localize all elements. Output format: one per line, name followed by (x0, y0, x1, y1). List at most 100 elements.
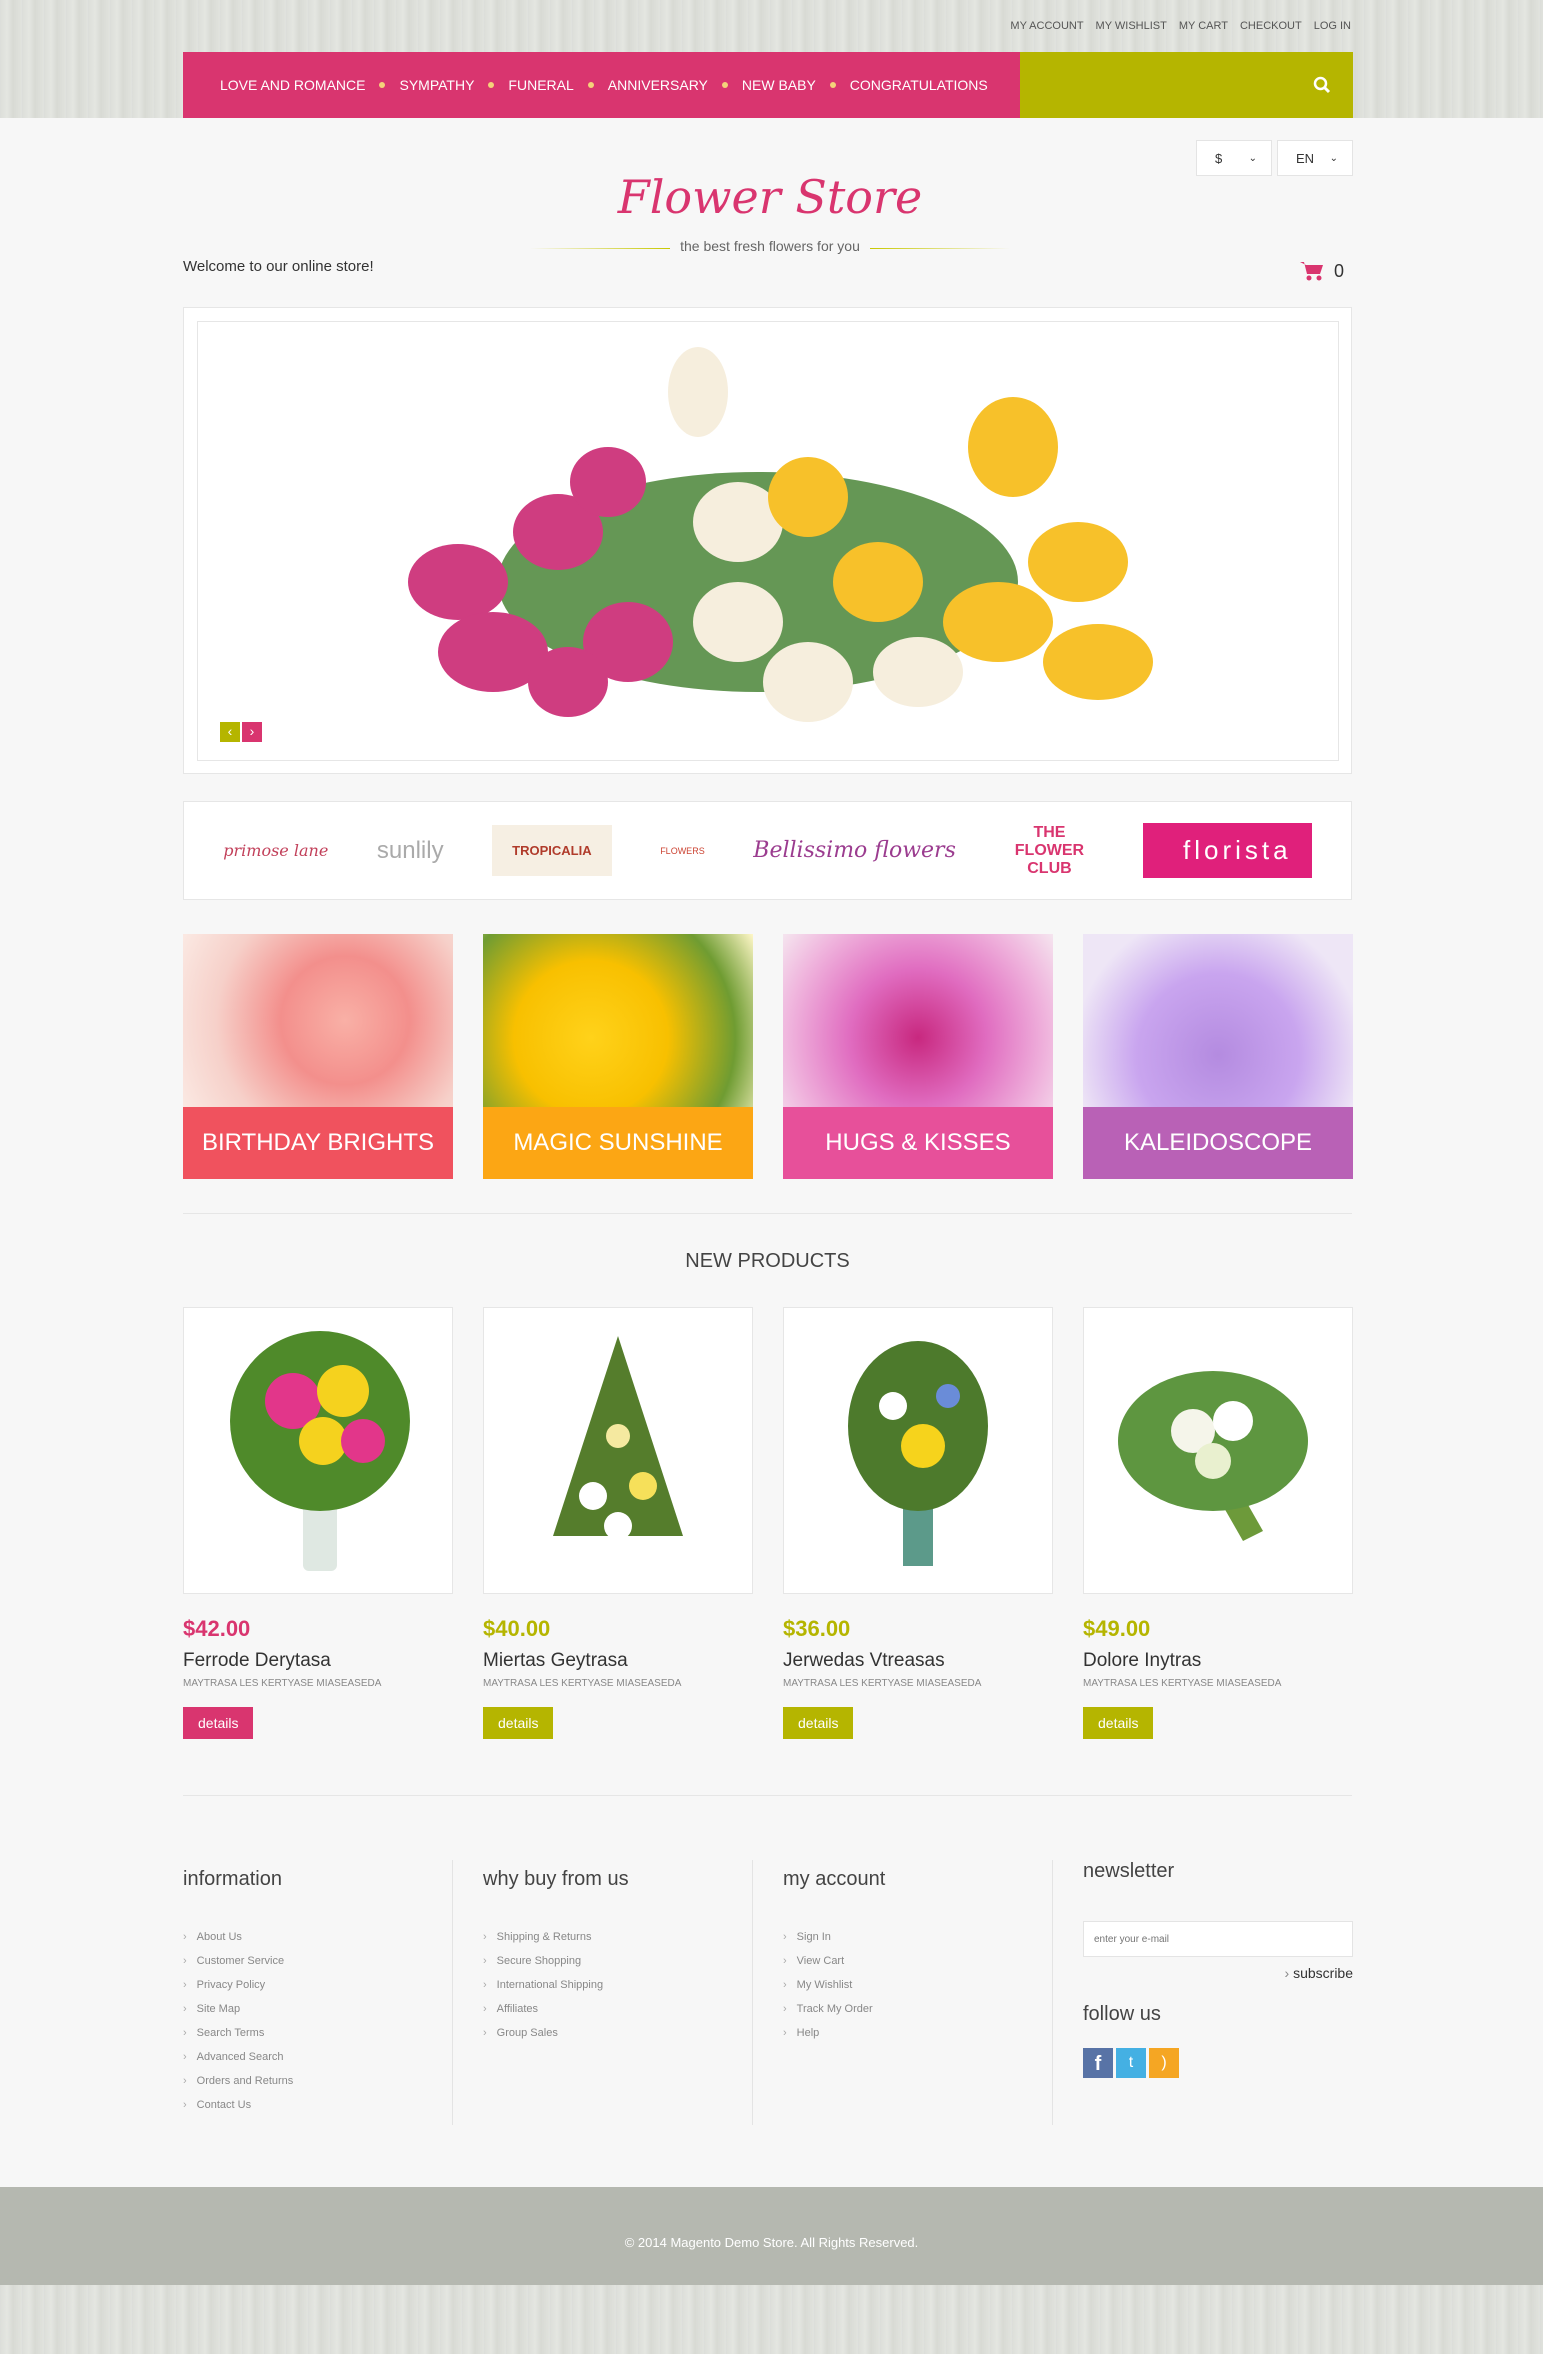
currency-select[interactable]: $ ⌄ (1196, 140, 1272, 176)
product-price: $36.00 (783, 1616, 851, 1641)
welcome-message: Welcome to our online store! (183, 258, 374, 275)
footer-link[interactable]: › Sign In (783, 1931, 1083, 1955)
subscribe-button[interactable]: › subscribe (1083, 1965, 1353, 1981)
category-banners: BIRTHDAY BRIGHTS MAGIC SUNSHINE HUGS & K… (183, 934, 1353, 1179)
facebook-icon[interactable]: f (1083, 2048, 1113, 2078)
footer-link-label: Group Sales (496, 2027, 558, 2039)
login-link[interactable]: LOG IN (1314, 20, 1351, 32)
newsletter-email-input[interactable] (1083, 1921, 1353, 1957)
language-select[interactable]: EN ⌄ (1277, 140, 1353, 176)
footer-link[interactable]: › View Cart (783, 1955, 1083, 1979)
brand-carousel: primose lane sunlily TROPICALIA FLOWERS … (183, 801, 1352, 900)
footer-link[interactable]: › Secure Shopping (483, 1955, 783, 1979)
brand-logo[interactable]: TROPICALIA (492, 825, 612, 876)
product-name[interactable]: Ferrode Derytasa (183, 1650, 453, 1672)
footer-link[interactable]: › Privacy Policy (183, 1979, 483, 2003)
brand-logo[interactable]: primose lane (223, 841, 328, 860)
footer-link[interactable]: › Orders and Returns (183, 2075, 483, 2099)
footer-link-label: Help (796, 2027, 820, 2039)
tulip-bouquet-image (408, 347, 1153, 722)
brand-logo[interactable]: florista (1143, 823, 1312, 878)
footer-heading: my account (783, 1868, 886, 1890)
product-card: $36.00 Jerwedas Vtreasas MAYTRASA LES KE… (783, 1307, 1053, 1739)
chevron-right-icon: › (783, 1955, 787, 1967)
twitter-icon[interactable]: t (1116, 2048, 1146, 2078)
checkout-link[interactable]: CHECKOUT (1240, 20, 1302, 32)
product-name[interactable]: Miertas Geytrasa (483, 1650, 753, 1672)
nav-love-romance[interactable]: LOVE AND ROMANCE (220, 77, 365, 93)
category-label: BIRTHDAY BRIGHTS (183, 1107, 453, 1179)
category-image (1083, 934, 1353, 1107)
brand-logo[interactable]: Bellissimo flowers (753, 838, 956, 863)
product-image[interactable] (1083, 1307, 1353, 1594)
chevron-right-icon: › (183, 2075, 187, 2087)
search-icon[interactable] (1313, 76, 1331, 94)
footer-link[interactable]: › Contact Us (183, 2099, 483, 2123)
divider (183, 1795, 1352, 1796)
my-cart-link[interactable]: MY CART (1179, 20, 1228, 32)
search-bar[interactable] (1020, 52, 1353, 118)
slider-next-button[interactable]: › (242, 722, 262, 742)
product-price: $49.00 (1083, 1616, 1151, 1641)
brand-logo[interactable]: FLOWERS (660, 846, 705, 856)
product-image[interactable] (783, 1307, 1053, 1594)
category-birthday-brights[interactable]: BIRTHDAY BRIGHTS (183, 934, 453, 1179)
slider-prev-button[interactable]: ‹ (220, 722, 240, 742)
cart-widget[interactable]: 0 (1300, 260, 1344, 282)
nav-sympathy[interactable]: SYMPATHY (399, 77, 474, 93)
nav-separator (587, 82, 594, 88)
brand-logo[interactable]: sunlily (377, 837, 444, 865)
product-name[interactable]: Jerwedas Vtreasas (783, 1650, 1053, 1672)
footer-link[interactable]: › Shipping & Returns (483, 1931, 783, 1955)
footer-link[interactable]: › Search Terms (183, 2027, 483, 2051)
category-magic-sunshine[interactable]: MAGIC SUNSHINE (483, 934, 753, 1179)
product-name[interactable]: Dolore Inytras (1083, 1650, 1353, 1672)
nav-anniversary[interactable]: ANNIVERSARY (608, 77, 708, 93)
my-account-link[interactable]: MY ACCOUNT (1010, 20, 1083, 32)
brand-logo[interactable]: THE FLOWER CLUB (1004, 824, 1094, 878)
rss-icon[interactable]: ) (1149, 2048, 1179, 2078)
details-button[interactable]: details (183, 1707, 254, 1739)
nav-funeral[interactable]: FUNERAL (508, 77, 573, 93)
product-card: $40.00 Miertas Geytrasa MAYTRASA LES KER… (483, 1307, 753, 1739)
footer-link[interactable]: › About Us (183, 1931, 483, 1955)
store-logo[interactable]: Flower Store (520, 170, 1020, 224)
footer-link[interactable]: › Track My Order (783, 2003, 1083, 2027)
currency-value: $ (1215, 150, 1223, 166)
footer-link[interactable]: › Affiliates (483, 2003, 783, 2027)
footer-link[interactable]: › International Shipping (483, 1979, 783, 2003)
chevron-right-icon: › (783, 1979, 787, 1991)
footer-link[interactable]: › Site Map (183, 2003, 483, 2027)
footer-link[interactable]: › Help (783, 2027, 1083, 2051)
footer-link-label: Customer Service (196, 1955, 285, 1967)
chevron-right-icon: › (483, 1931, 487, 1943)
details-button[interactable]: details (483, 1707, 554, 1739)
product-image[interactable] (483, 1307, 753, 1594)
product-card: $49.00 Dolore Inytras MAYTRASA LES KERTY… (1083, 1307, 1353, 1739)
category-kaleidoscope[interactable]: KALEIDOSCOPE (1083, 934, 1353, 1179)
footer-link[interactable]: › Customer Service (183, 1955, 483, 1979)
footer-link-label: Sign In (796, 1931, 831, 1943)
cart-count: 0 (1334, 260, 1345, 281)
footer-link[interactable]: › Group Sales (483, 2027, 783, 2051)
divider (183, 1213, 1352, 1214)
product-image[interactable] (183, 1307, 453, 1594)
details-button[interactable]: details (783, 1707, 854, 1739)
product-price: $40.00 (483, 1616, 551, 1641)
my-wishlist-link[interactable]: MY WISHLIST (1096, 20, 1167, 32)
chevron-right-icon: › (183, 2099, 187, 2111)
category-hugs-kisses[interactable]: HUGS & KISSES (783, 934, 1053, 1179)
nav-separator (829, 82, 836, 88)
details-button[interactable]: details (1083, 1707, 1154, 1739)
nav-new-baby[interactable]: NEW BABY (742, 77, 816, 93)
category-image (183, 934, 453, 1107)
chevron-right-icon: › (183, 1931, 187, 1943)
footer-link[interactable]: › Advanced Search (183, 2051, 483, 2075)
product-description: MAYTRASA LES KERTYASE MIASEASEDA (183, 1678, 382, 1689)
nav-congratulations[interactable]: CONGRATULATIONS (850, 77, 988, 93)
footer-link-label: View Cart (796, 1955, 845, 1967)
chevron-right-icon: › (183, 2027, 187, 2039)
footer-link[interactable]: › My Wishlist (783, 1979, 1083, 2003)
product-description: MAYTRASA LES KERTYASE MIASEASEDA (783, 1678, 982, 1689)
chevron-right-icon: › (783, 2003, 787, 2015)
